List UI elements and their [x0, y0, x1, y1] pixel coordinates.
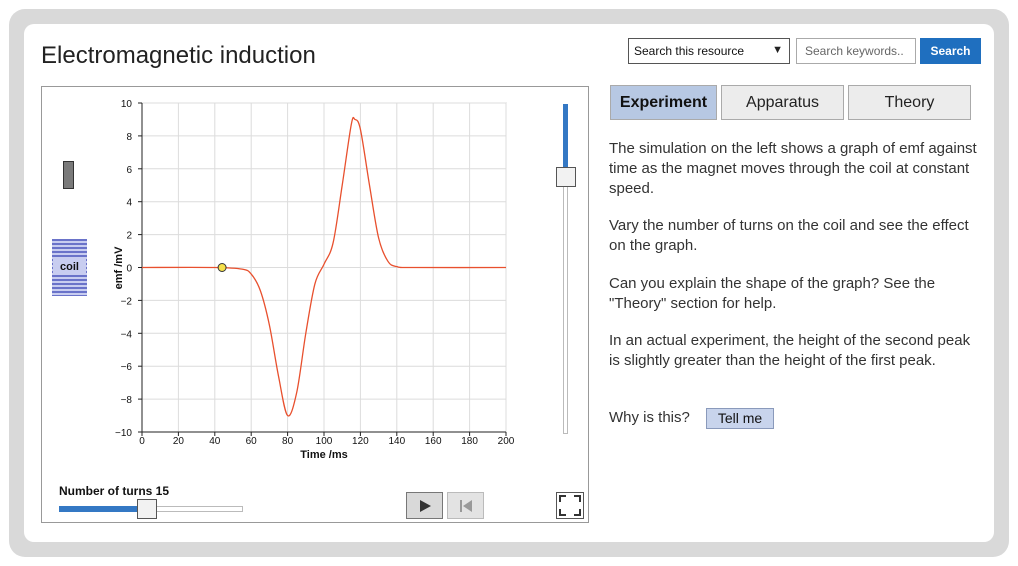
y-tick-label: 6 — [126, 165, 132, 176]
play-button[interactable] — [406, 492, 443, 519]
x-tick-label: 100 — [316, 436, 333, 447]
x-tick-label: 160 — [425, 436, 442, 447]
x-tick-label: 200 — [498, 436, 515, 447]
x-tick-label: 20 — [173, 436, 185, 447]
y-tick-label: −8 — [121, 395, 133, 406]
turns-slider-thumb[interactable] — [137, 499, 158, 519]
paragraph-intro: The simulation on the left shows a graph… — [609, 140, 977, 197]
time-marker — [217, 263, 227, 272]
y-tick-label: 10 — [121, 99, 133, 110]
y-tick-label: −6 — [121, 362, 133, 373]
y-tick-label: 2 — [126, 231, 132, 242]
turns-slider-fill — [59, 506, 148, 512]
paragraph-actual: In an actual experiment, the height of t… — [609, 332, 971, 369]
tab-theory[interactable]: Theory — [848, 85, 971, 120]
skip-back-icon — [459, 499, 472, 512]
x-tick-label: 140 — [388, 436, 405, 447]
x-tick-label: 60 — [246, 436, 258, 447]
speed-slider-thumb[interactable] — [556, 166, 576, 187]
fullscreen-button[interactable] — [556, 492, 584, 519]
paragraph-explain: Can you explain the shape of the graph? … — [609, 275, 936, 312]
y-tick-label: 0 — [126, 264, 132, 275]
y-axis-label: emf /mV — [113, 246, 125, 289]
x-tick-label: 80 — [282, 436, 294, 447]
question-text: Why is this? — [609, 409, 690, 426]
y-tick-label: 4 — [126, 198, 132, 209]
x-tick-label: 40 — [209, 436, 221, 447]
y-tick-label: −2 — [121, 296, 133, 307]
x-tick-label: 0 — [139, 436, 145, 447]
fullscreen-icon — [559, 495, 581, 516]
y-tick-label: −10 — [115, 428, 132, 439]
reset-button[interactable] — [447, 492, 484, 519]
x-tick-label: 180 — [461, 436, 478, 447]
x-tick-label: 120 — [352, 436, 369, 447]
y-tick-label: −4 — [121, 329, 133, 340]
tab-experiment[interactable]: Experiment — [610, 85, 717, 120]
y-tick-label: 8 — [126, 132, 132, 143]
tell-me-button[interactable]: Tell me — [706, 408, 774, 429]
tab-apparatus[interactable]: Apparatus — [721, 85, 844, 120]
turns-label: Number of turns 15 — [59, 484, 170, 498]
paragraph-vary: Vary the number of turns on the coil and… — [609, 217, 969, 254]
x-axis-label: Time /ms — [300, 449, 348, 461]
play-icon — [419, 499, 431, 512]
